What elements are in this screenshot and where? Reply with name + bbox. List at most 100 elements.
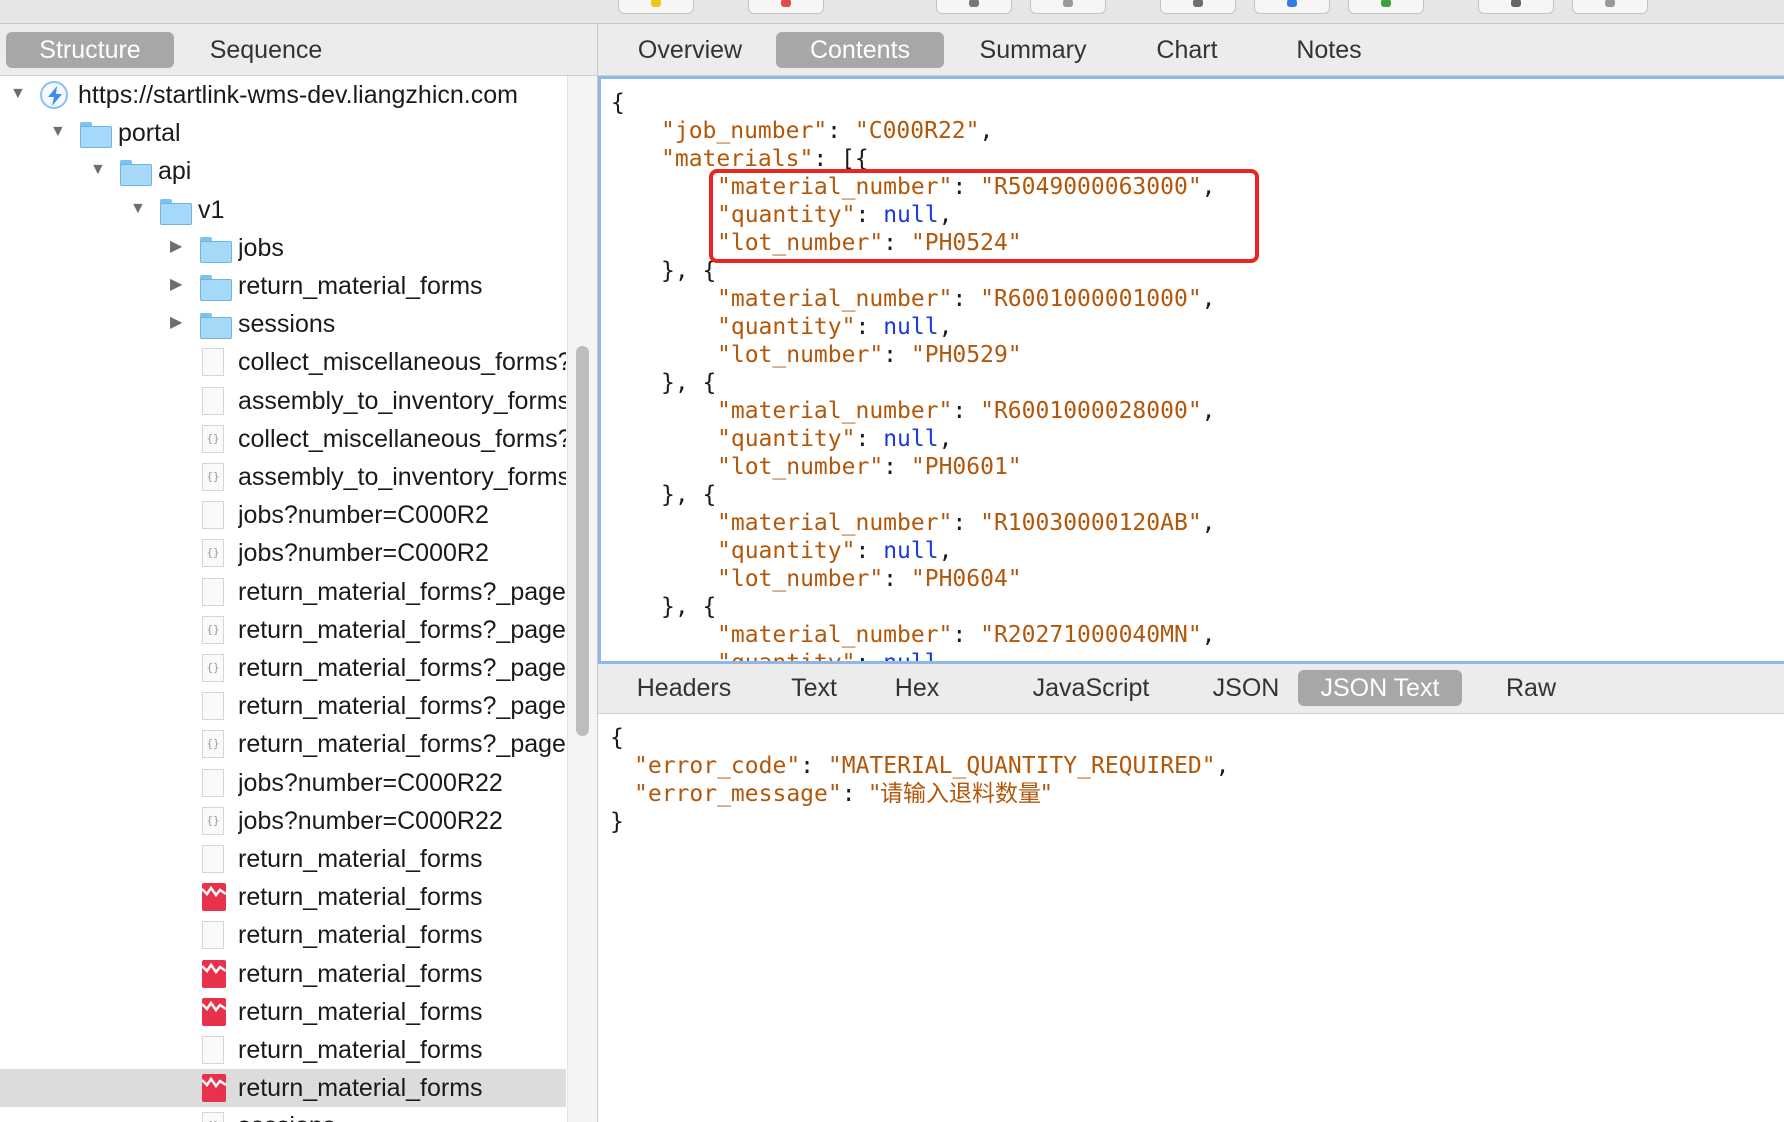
throttle-button[interactable] — [936, 0, 1012, 14]
tab-structure[interactable]: Structure — [6, 32, 174, 68]
tree-folder-row[interactable]: ▶ return_material_forms — [0, 267, 566, 305]
tree-request-row[interactable]: return_material_forms — [0, 1069, 566, 1108]
lot-number-value: "PH0604" — [910, 566, 1022, 592]
disclosure-expanded-icon[interactable]: ▼ — [10, 85, 28, 103]
request-tree: ▼ https://startlink-wms-dev.liangzhicn.co… — [0, 76, 566, 1122]
pen-icon — [651, 0, 661, 7]
structure-pane: Structure Sequence ▼ https://startlink-wms… — [0, 24, 598, 1122]
tree-folder-row[interactable]: ▼ api — [0, 152, 566, 190]
tree-request-row[interactable]: {} assembly_to_inventory_forms — [0, 458, 566, 496]
tab-contents[interactable]: Contents — [776, 32, 944, 68]
request-body-viewer[interactable]: {"job_number": "C000R22", "materials": [{… — [598, 76, 1784, 664]
tree-request-row[interactable]: return_material_forms?_page= — [0, 687, 566, 725]
tree-request-row[interactable]: return_material_forms — [0, 840, 566, 878]
disclosure-collapsed-icon[interactable]: ▶ — [170, 238, 188, 256]
detail-pane: Overview Contents Summary Chart Notes { "job_… — [598, 24, 1784, 1122]
tree-folder-row[interactable]: ▼ portal — [0, 114, 566, 152]
quantity-key: "quantity" — [717, 426, 856, 452]
throttle-icon — [969, 0, 979, 7]
tree-item-label: collect_miscellaneous_forms? — [238, 348, 566, 377]
lot-number-line: "lot_number": "PH0601" — [717, 453, 1022, 481]
tools-button[interactable] — [1478, 0, 1554, 14]
material-number-value: "R10030000120AB" — [980, 510, 1202, 536]
request-open-brace: { — [611, 89, 625, 117]
tab-javascript[interactable]: JavaScript — [1006, 670, 1176, 706]
search-icon — [1193, 0, 1203, 7]
material-number-line: "material_number": "R6001000028000", — [717, 397, 1216, 425]
json-token: , — [938, 538, 953, 564]
tree-row-host[interactable]: ▼ https://startlink-wms-dev.liangzhicn.co… — [0, 76, 566, 114]
folder-icon — [120, 157, 152, 187]
error-file-icon — [202, 1074, 226, 1103]
tree-folder-row[interactable]: ▶ sessions — [0, 305, 566, 343]
tree-request-row[interactable]: {} jobs?number=C000R2 — [0, 534, 566, 572]
disclosure-expanded-icon[interactable]: ▼ — [90, 161, 108, 179]
tree-request-row[interactable]: collect_miscellaneous_forms? — [0, 343, 566, 381]
tree-folder-row[interactable]: ▶ jobs — [0, 229, 566, 267]
folder-icon — [80, 119, 112, 149]
tree-request-row[interactable]: return_material_forms?_page= — [0, 573, 566, 611]
settings-button[interactable] — [1572, 0, 1648, 14]
tree-request-row[interactable]: return_material_forms — [0, 916, 566, 954]
tab-json-text[interactable]: JSON Text — [1298, 670, 1462, 706]
disclosure-collapsed-icon[interactable]: ▶ — [170, 314, 188, 332]
tree-request-row[interactable]: {} return_material_forms?_page= — [0, 725, 566, 763]
tab-chart[interactable]: Chart — [1132, 32, 1242, 68]
tree-item-label: api — [158, 157, 192, 186]
quantity-line: "quantity": null, — [717, 537, 952, 565]
pen-button[interactable] — [618, 0, 694, 14]
compose-button[interactable] — [1254, 0, 1330, 14]
job-number-value: "C000R22" — [854, 118, 980, 144]
tab-text[interactable]: Text — [764, 670, 864, 706]
tab-sequence[interactable]: Sequence — [186, 32, 346, 68]
quantity-value: null — [883, 538, 939, 564]
tree-item-label: jobs?number=C000R2 — [238, 539, 489, 568]
tab-summary[interactable]: Summary — [958, 32, 1108, 68]
tree-request-row[interactable]: return_material_forms — [0, 993, 566, 1031]
json-file-icon: {} — [202, 424, 224, 453]
tree-request-row[interactable]: {} sessions — [0, 1107, 566, 1122]
check-button[interactable] — [1348, 0, 1424, 14]
tree-request-row[interactable]: {} return_material_forms?_page= — [0, 611, 566, 649]
tree-request-row[interactable]: return_material_forms — [0, 955, 566, 993]
disclosure-expanded-icon[interactable]: ▼ — [50, 123, 68, 141]
disclosure-collapsed-icon[interactable]: ▶ — [170, 276, 188, 294]
disclosure-expanded-icon[interactable]: ▼ — [130, 200, 148, 218]
json-token: : — [952, 286, 981, 312]
document-icon — [202, 501, 224, 530]
tab-notes[interactable]: Notes — [1266, 32, 1392, 68]
tree-request-row[interactable]: jobs?number=C000R2 — [0, 496, 566, 534]
highlight-annotation — [709, 169, 1259, 263]
record-button[interactable] — [748, 0, 824, 14]
material-number-value: "R6001000001000" — [980, 286, 1202, 312]
tab-raw[interactable]: Raw — [1484, 670, 1578, 706]
error-code-value: "MATERIAL_QUANTITY_REQUIRED" — [827, 753, 1216, 779]
tree-scroll-thumb[interactable] — [576, 346, 589, 736]
tab-json[interactable]: JSON — [1186, 670, 1306, 706]
tree-request-row[interactable]: {} jobs?number=C000R22 — [0, 802, 566, 840]
tree-scrollbar[interactable] — [567, 76, 597, 1122]
clear-button[interactable] — [1030, 0, 1106, 14]
tab-overview[interactable]: Overview — [620, 32, 760, 68]
tree-item-label: return_material_forms?_page= — [238, 692, 566, 721]
tab-hex[interactable]: Hex — [880, 670, 954, 706]
json-file-icon: {} — [202, 730, 224, 759]
tree-request-row[interactable]: assembly_to_inventory_forms — [0, 382, 566, 420]
tree-folder-row[interactable]: ▼ v1 — [0, 191, 566, 229]
object-separator: }, { — [661, 481, 716, 509]
record-icon — [781, 0, 791, 7]
tab-headers[interactable]: Headers — [622, 670, 746, 706]
json-token: , — [1201, 286, 1216, 312]
lot-number-key: "lot_number" — [717, 566, 884, 592]
tree-request-row[interactable]: {} return_material_forms?_page= — [0, 649, 566, 687]
search-button[interactable] — [1160, 0, 1236, 14]
error-file-icon — [202, 959, 226, 988]
tree-item-label: assembly_to_inventory_forms — [238, 386, 566, 415]
tree-request-row[interactable]: return_material_forms — [0, 878, 566, 916]
request-line-job-number: "job_number": "C000R22", — [661, 117, 993, 145]
tree-request-row[interactable]: return_material_forms — [0, 1031, 566, 1069]
tree-request-row[interactable]: {} collect_miscellaneous_forms? — [0, 420, 566, 458]
response-body-viewer[interactable]: { "error_code": "MATERIAL_QUANTITY_REQUI… — [598, 714, 1784, 1122]
tree-request-row[interactable]: jobs?number=C000R22 — [0, 764, 566, 802]
tree-item-label: return_material_forms — [238, 272, 483, 300]
